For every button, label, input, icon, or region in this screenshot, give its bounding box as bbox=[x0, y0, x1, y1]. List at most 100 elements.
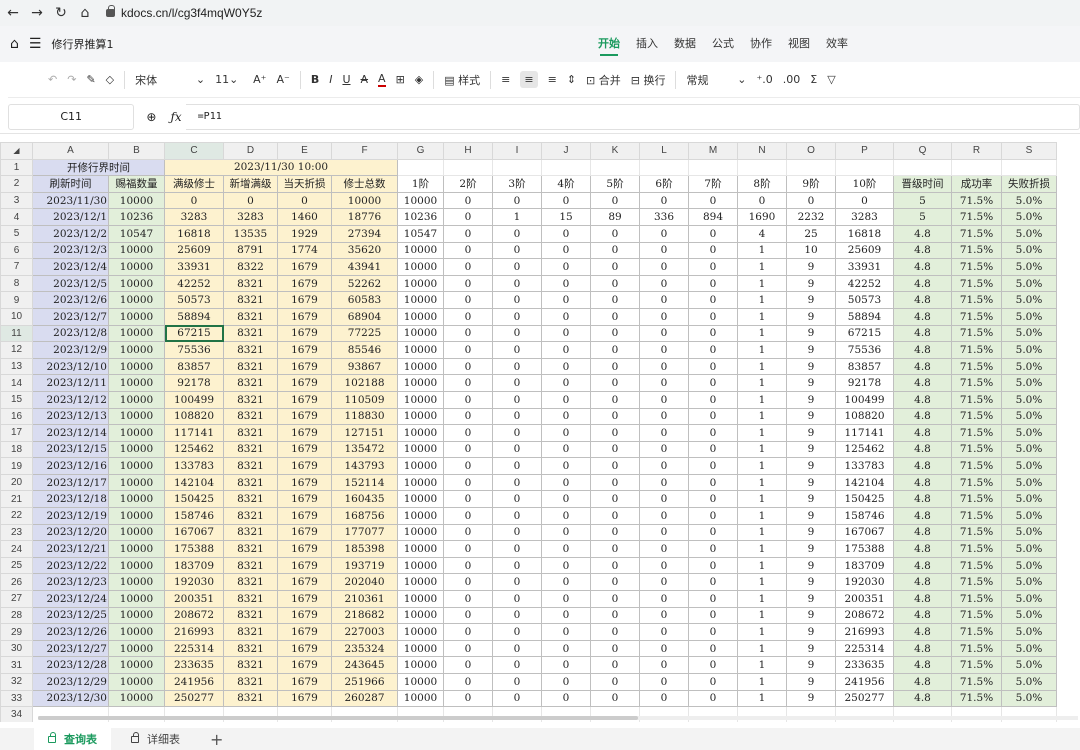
table-cell[interactable]: 10547 bbox=[108, 224, 165, 243]
border-icon[interactable]: ⊞ bbox=[396, 73, 405, 86]
ribbon-tab[interactable]: 插入 bbox=[636, 26, 658, 62]
header-cell[interactable]: 3阶 bbox=[492, 175, 542, 193]
row-header[interactable]: 21 bbox=[0, 490, 33, 509]
column-header[interactable]: S bbox=[1001, 142, 1057, 160]
table-cell[interactable]: 4.8 bbox=[893, 673, 952, 691]
table-cell[interactable]: 0 bbox=[541, 590, 591, 608]
row-header[interactable]: 34 bbox=[0, 706, 33, 722]
undo-icon[interactable]: ↶ bbox=[48, 73, 57, 86]
table-cell[interactable]: 0 bbox=[590, 457, 640, 475]
table-cell[interactable]: 10000 bbox=[397, 341, 444, 359]
table-cell[interactable]: 0 bbox=[688, 258, 738, 276]
table-cell[interactable]: 1679 bbox=[277, 606, 332, 625]
table-cell[interactable]: 1679 bbox=[277, 490, 332, 509]
table-cell[interactable]: 5.0% bbox=[1001, 540, 1057, 558]
table-cell[interactable]: 1679 bbox=[277, 424, 332, 442]
table-cell[interactable]: 1 bbox=[737, 540, 787, 558]
reload-icon[interactable]: ↻ bbox=[50, 5, 72, 21]
row-header[interactable]: 6 bbox=[0, 241, 33, 260]
table-cell[interactable]: 0 bbox=[639, 639, 689, 658]
table-cell[interactable]: 168756 bbox=[331, 507, 398, 525]
table-cell[interactable]: 0 bbox=[639, 523, 689, 542]
table-cell[interactable]: 1679 bbox=[277, 540, 332, 558]
font-family-select[interactable]: 宋体 ⌄ bbox=[135, 72, 205, 88]
table-cell[interactable]: 0 bbox=[492, 523, 542, 542]
table-cell[interactable]: 202040 bbox=[331, 573, 398, 592]
table-cell[interactable]: 9 bbox=[786, 507, 836, 525]
column-header[interactable]: J bbox=[541, 142, 591, 160]
table-cell[interactable]: 0 bbox=[223, 191, 278, 210]
table-cell[interactable]: 5.0% bbox=[1001, 689, 1057, 708]
ribbon-tab[interactable]: 开始 bbox=[598, 26, 620, 62]
table-cell[interactable]: 0 bbox=[492, 473, 542, 492]
table-cell[interactable]: 5.0% bbox=[1001, 523, 1057, 542]
filter-icon[interactable]: ▽ bbox=[827, 73, 835, 86]
table-cell[interactable]: 71.5% bbox=[951, 407, 1002, 426]
table-cell[interactable]: 4.8 bbox=[893, 590, 952, 608]
table-cell[interactable]: 10000 bbox=[397, 473, 444, 492]
table-cell[interactable]: 9 bbox=[786, 673, 836, 691]
table-cell[interactable]: 0 bbox=[492, 390, 542, 409]
table-cell[interactable]: 10000 bbox=[108, 274, 165, 293]
table-cell[interactable]: 0 bbox=[639, 606, 689, 625]
spreadsheet-grid[interactable]: ◢ A B C D E F G H I J K L M N O P Q R S 1 开修行界时间 2023/11/30 1… bbox=[0, 142, 1080, 722]
table-cell[interactable]: 4.8 bbox=[893, 457, 952, 475]
table-cell[interactable]: 0 bbox=[443, 424, 493, 442]
table-cell[interactable]: 8321 bbox=[223, 324, 278, 343]
table-cell[interactable]: 10000 bbox=[397, 540, 444, 558]
table-cell[interactable]: 0 bbox=[786, 191, 836, 210]
header-cell[interactable]: 9阶 bbox=[786, 175, 836, 193]
table-cell[interactable]: 0 bbox=[590, 307, 640, 326]
table-cell[interactable]: 13535 bbox=[223, 224, 278, 243]
table-cell[interactable]: 2023/12/2 bbox=[32, 224, 109, 243]
table-cell[interactable]: 9 bbox=[786, 307, 836, 326]
row-header[interactable]: 5 bbox=[0, 224, 33, 243]
forward-icon[interactable]: → bbox=[26, 5, 48, 21]
table-cell[interactable]: 5.0% bbox=[1001, 274, 1057, 293]
table-cell[interactable]: 0 bbox=[492, 291, 542, 309]
table-cell[interactable]: 4.8 bbox=[893, 357, 952, 376]
header-cell[interactable]: 5阶 bbox=[590, 175, 640, 193]
table-cell[interactable]: 135472 bbox=[331, 440, 398, 459]
table-cell[interactable]: 71.5% bbox=[951, 473, 1002, 492]
add-sheet-icon[interactable]: + bbox=[210, 730, 223, 749]
table-cell[interactable]: 1 bbox=[737, 440, 787, 459]
table-cell[interactable]: 0 bbox=[443, 208, 493, 226]
table-cell[interactable]: 0 bbox=[688, 341, 738, 359]
table-cell[interactable]: 2023/12/26 bbox=[32, 623, 109, 641]
table-cell[interactable]: 1 bbox=[737, 241, 787, 260]
table-cell[interactable]: 9 bbox=[786, 556, 836, 575]
empty-cell[interactable] bbox=[492, 158, 542, 177]
table-cell[interactable]: 0 bbox=[443, 224, 493, 243]
table-cell[interactable]: 0 bbox=[492, 556, 542, 575]
table-cell[interactable]: 183709 bbox=[164, 556, 224, 575]
table-cell[interactable]: 0 bbox=[541, 673, 591, 691]
table-cell[interactable]: 0 bbox=[443, 556, 493, 575]
table-cell[interactable]: 0 bbox=[590, 374, 640, 392]
table-cell[interactable]: 8321 bbox=[223, 673, 278, 691]
table-cell[interactable]: 150425 bbox=[164, 490, 224, 509]
row-header[interactable]: 33 bbox=[0, 689, 33, 708]
table-cell[interactable]: 2023/12/3 bbox=[32, 241, 109, 260]
table-cell[interactable]: 0 bbox=[164, 191, 224, 210]
table-cell[interactable]: 0 bbox=[492, 258, 542, 276]
empty-cell[interactable] bbox=[541, 158, 591, 177]
table-cell[interactable]: 10000 bbox=[397, 374, 444, 392]
table-cell[interactable]: 4.8 bbox=[893, 656, 952, 674]
table-cell[interactable]: 10000 bbox=[108, 639, 165, 658]
table-cell[interactable]: 0 bbox=[492, 656, 542, 674]
table-cell[interactable]: 0 bbox=[639, 407, 689, 426]
table-cell[interactable]: 9 bbox=[786, 523, 836, 542]
table-cell[interactable]: 3283 bbox=[835, 208, 894, 226]
wrap-text-button[interactable]: ⊟ 换行 bbox=[631, 72, 666, 88]
table-cell[interactable]: 10000 bbox=[108, 390, 165, 409]
table-cell[interactable]: 0 bbox=[443, 440, 493, 459]
table-cell[interactable]: 8321 bbox=[223, 656, 278, 674]
table-cell[interactable]: 167067 bbox=[835, 523, 894, 542]
table-cell[interactable]: 0 bbox=[492, 623, 542, 641]
header-cell[interactable]: 10阶 bbox=[835, 175, 894, 193]
row-header[interactable]: 14 bbox=[0, 374, 33, 392]
table-cell[interactable]: 0 bbox=[688, 424, 738, 442]
table-cell[interactable]: 0 bbox=[688, 523, 738, 542]
table-cell[interactable]: 110509 bbox=[331, 390, 398, 409]
